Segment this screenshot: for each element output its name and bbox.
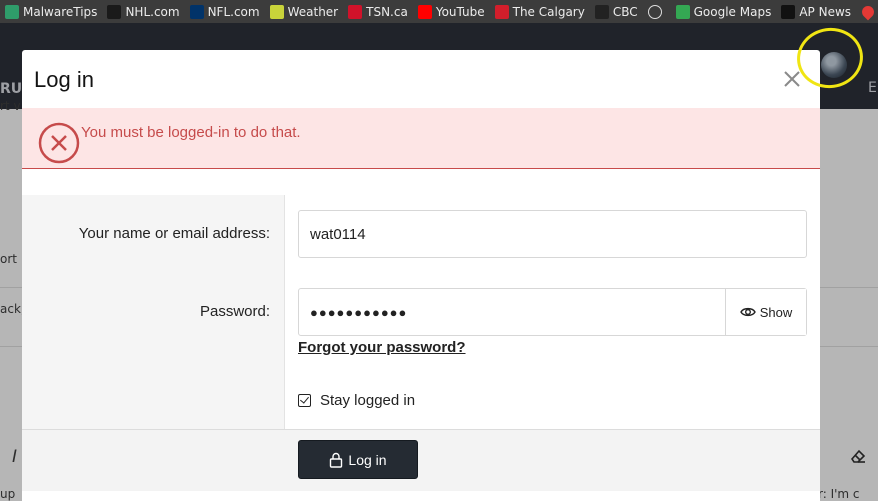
- bookmark-youtube[interactable]: YouTube: [413, 0, 490, 23]
- password-field[interactable]: ●●●●●●●●●●● Show: [298, 288, 807, 336]
- login-form: Your name or email address: Password: wa…: [22, 195, 820, 430]
- password-value: ●●●●●●●●●●●: [310, 304, 408, 320]
- youtube-icon: [417, 4, 432, 19]
- bookmark-cbc[interactable]: CBC: [590, 0, 643, 23]
- calgary-icon: [494, 4, 509, 19]
- bookmark-label: Weather: [287, 4, 339, 19]
- tsn-icon: [348, 4, 363, 19]
- forgot-password-link[interactable]: Forgot your password?: [298, 339, 466, 356]
- nhl-icon: [107, 4, 122, 19]
- show-label: Show: [759, 304, 793, 320]
- bookmark-label: NHL.com: [125, 4, 180, 19]
- bookmark-malwaretips[interactable]: MalwareTips: [0, 0, 102, 23]
- bookmark-weather[interactable]: Weather: [265, 0, 344, 23]
- malwaretips-icon: [5, 4, 19, 19]
- bookmark-ap-news[interactable]: AP News: [776, 0, 856, 23]
- stay-logged-in-label: Stay logged in: [320, 392, 416, 409]
- bookmark-label: MalwareTips: [23, 4, 98, 19]
- bookmark-nhl-com[interactable]: NHL.com: [102, 0, 184, 23]
- show-password-button[interactable]: Show: [725, 289, 806, 335]
- error-alert: You must be logged-in to do that.: [22, 108, 820, 169]
- error-message: You must be logged-in to do that.: [81, 124, 301, 141]
- bookmark-globe[interactable]: [643, 0, 671, 23]
- globe-icon: [647, 4, 662, 19]
- dialog-footer: Log in: [22, 429, 820, 491]
- cbc-icon: [594, 4, 609, 19]
- dialog-title: Log in: [34, 67, 94, 92]
- bookmark-label: TSN.ca: [366, 4, 408, 19]
- login-button-label: Log in: [348, 451, 387, 468]
- stay-logged-in-checkbox[interactable]: Stay logged in: [298, 392, 415, 409]
- password-label: Password:: [199, 303, 270, 320]
- google-maps-icon: [675, 4, 690, 19]
- location-pin-icon: [859, 3, 877, 20]
- dialog-header: Log in: [22, 50, 820, 108]
- bookmark-the-calgary[interactable]: The Calgary: [490, 0, 590, 23]
- label-column: Your name or email address: Password:: [22, 195, 285, 430]
- lock-icon: [330, 452, 343, 468]
- username-value: wat0114: [310, 225, 366, 243]
- bookmark-tsn-ca[interactable]: TSN.ca: [343, 0, 413, 23]
- bookmark-label: AP News: [799, 4, 852, 19]
- checkbox-checked-icon[interactable]: [298, 394, 311, 407]
- bookmark-label: NFL.com: [207, 4, 260, 19]
- bookmark-label: The Calgary: [512, 4, 585, 19]
- bookmark-label: YouTube: [435, 4, 485, 19]
- nfl-icon: [189, 4, 204, 19]
- bookmark-label: CBC: [612, 4, 638, 19]
- error-circle-x-icon: [38, 122, 80, 164]
- login-dialog: Log in You must be logged-in to do that.…: [22, 50, 820, 501]
- login-button[interactable]: Log in: [298, 440, 418, 479]
- bookmark-locatio[interactable]: Locatio: [856, 0, 878, 23]
- eye-icon: [739, 307, 756, 317]
- bookmark-nfl-com[interactable]: NFL.com: [185, 0, 265, 23]
- eraser-icon[interactable]: [849, 447, 867, 465]
- weather-icon: [269, 4, 284, 19]
- bookmark-label: Google Maps: [693, 4, 772, 19]
- bookmark-google-maps[interactable]: Google Maps: [671, 0, 777, 23]
- ap-icon: [781, 4, 796, 19]
- username-label: Your name or email address:: [78, 225, 270, 242]
- bookmarks-bar: MalwareTips NHL.com NFL.com Weather TSN.ca Yo…: [0, 0, 878, 23]
- username-field[interactable]: wat0114: [298, 210, 807, 258]
